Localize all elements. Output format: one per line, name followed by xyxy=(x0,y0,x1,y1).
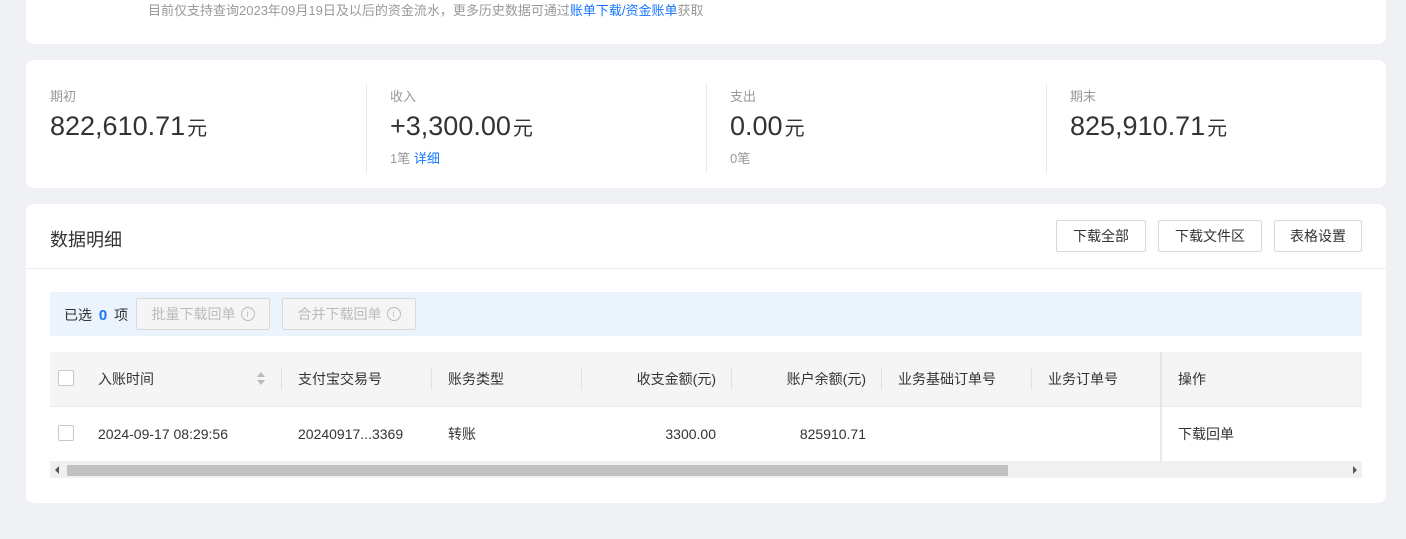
stat-label: 支出 xyxy=(730,89,757,104)
column-header-time: 入账时间 xyxy=(98,371,154,387)
notice-suffix: 获取 xyxy=(677,3,704,18)
column-header-balance: 账户余额(元) xyxy=(786,371,866,387)
column-separator xyxy=(1031,368,1032,390)
download-area-button[interactable]: 下载文件区 xyxy=(1158,220,1262,252)
column-separator xyxy=(281,368,282,390)
expense-count: 0笔 xyxy=(730,151,751,166)
selection-bar: 已选 0 项 批量下载回单 i 合并下载回单 i xyxy=(50,292,1362,336)
horizontal-scrollbar[interactable] xyxy=(50,461,1362,478)
stat-divider xyxy=(1046,84,1047,173)
cell-time: 2024-09-17 08:29:56 xyxy=(98,426,228,442)
stat-expense: 支出 0.00 元 0笔 xyxy=(730,86,1030,167)
header-divider xyxy=(26,268,1386,269)
column-header-action: 操作 xyxy=(1178,371,1206,387)
info-icon: i xyxy=(240,307,255,321)
stat-amount: 822,610.71 xyxy=(50,111,186,141)
summary-card: 期初 822,610.71 元 收入 +3,300.00 元 1笔 详细 支出 0.… xyxy=(26,60,1386,188)
selection-count-text: 已选 0 项 xyxy=(64,305,128,325)
stat-opening-balance: 期初 822,610.71 元 xyxy=(50,86,350,142)
merge-download-label: 合并下载回单 xyxy=(297,306,382,322)
selection-prefix: 已选 xyxy=(64,307,92,323)
cell-type: 转账 xyxy=(448,426,476,442)
selection-count: 0 xyxy=(98,307,108,324)
detail-card: 数据明细 下载全部 下载文件区 表格设置 已选 0 项 批量下载回单 i 合并下… xyxy=(26,204,1386,503)
column-header-order-no: 业务订单号 xyxy=(1048,371,1118,387)
select-all-checkbox[interactable] xyxy=(58,370,74,386)
scroll-left-arrow-icon[interactable] xyxy=(55,466,59,474)
cell-amount: 3300.00 xyxy=(665,426,716,442)
column-separator xyxy=(731,368,732,390)
income-detail-link[interactable]: 详细 xyxy=(414,151,440,166)
sort-icon[interactable] xyxy=(256,372,266,386)
column-header-trade-no: 支付宝交易号 xyxy=(298,371,382,387)
fixed-column-shadow xyxy=(1160,352,1163,461)
stat-label: 期末 xyxy=(1070,89,1097,104)
table-row: 2024-09-17 08:29:56 20240917...3369 转账 3… xyxy=(50,407,1362,461)
table-settings-button[interactable]: 表格设置 xyxy=(1274,220,1362,252)
column-separator xyxy=(881,368,882,390)
stat-unit: 元 xyxy=(187,118,208,140)
stat-unit: 元 xyxy=(1207,118,1228,140)
stat-label: 收入 xyxy=(390,89,417,104)
column-separator xyxy=(581,368,582,390)
stat-closing-balance: 期末 825,910.71 元 xyxy=(1070,86,1370,142)
fund-bill-link[interactable]: 资金账单 xyxy=(625,3,677,18)
download-all-button[interactable]: 下载全部 xyxy=(1056,220,1146,252)
cell-trade-no: 20240917...3369 xyxy=(298,426,404,442)
detail-title: 数据明细 xyxy=(50,230,122,250)
stat-label: 期初 xyxy=(50,89,77,104)
table-header: 入账时间 支付宝交易号 账务类型 收支金额(元) 账户余额(元) 业务基础订单号… xyxy=(50,352,1362,407)
merge-download-receipt-button[interactable]: 合并下载回单 i xyxy=(282,298,416,330)
stat-divider xyxy=(366,84,367,173)
stat-divider xyxy=(706,84,707,173)
transactions-table: 入账时间 支付宝交易号 账务类型 收支金额(元) 账户余额(元) 业务基础订单号… xyxy=(50,352,1362,478)
cell-order-no xyxy=(1048,407,1158,461)
notice-text: 目前仅支持查询2023年09月19日及以后的资金流水，更多历史数据可通过账单下载… xyxy=(148,0,704,19)
selection-suffix: 项 xyxy=(114,307,129,323)
stat-income: 收入 +3,300.00 元 1笔 详细 xyxy=(390,86,690,167)
scroll-right-arrow-icon[interactable] xyxy=(1353,466,1357,474)
column-header-type: 账务类型 xyxy=(448,371,504,387)
notice-card: 目前仅支持查询2023年09月19日及以后的资金流水，更多历史数据可通过账单下载… xyxy=(26,0,1386,44)
scrollbar-thumb[interactable] xyxy=(67,465,1008,476)
stat-unit: 元 xyxy=(784,118,805,140)
row-checkbox[interactable] xyxy=(58,425,74,441)
column-header-base-order-no: 业务基础订单号 xyxy=(898,371,996,387)
income-count: 1笔 xyxy=(390,151,411,166)
column-header-amount: 收支金额(元) xyxy=(636,371,716,387)
stat-amount: 0.00 xyxy=(730,111,783,141)
download-receipt-link[interactable]: 下载回单 xyxy=(1178,407,1278,461)
column-separator xyxy=(431,368,432,390)
info-icon: i xyxy=(386,307,401,321)
cell-base-order-no xyxy=(898,407,1028,461)
stat-amount: 825,910.71 xyxy=(1070,111,1206,141)
stat-amount: +3,300.00 xyxy=(390,111,511,141)
bill-download-link[interactable]: 账单下载 xyxy=(570,3,622,18)
batch-download-label: 批量下载回单 xyxy=(151,306,236,322)
batch-download-receipt-button[interactable]: 批量下载回单 i xyxy=(136,298,270,330)
notice-prefix: 目前仅支持查询2023年09月19日及以后的资金流水，更多历史数据可通过 xyxy=(148,3,570,18)
cell-balance: 825910.71 xyxy=(799,426,866,442)
stat-unit: 元 xyxy=(512,118,533,140)
